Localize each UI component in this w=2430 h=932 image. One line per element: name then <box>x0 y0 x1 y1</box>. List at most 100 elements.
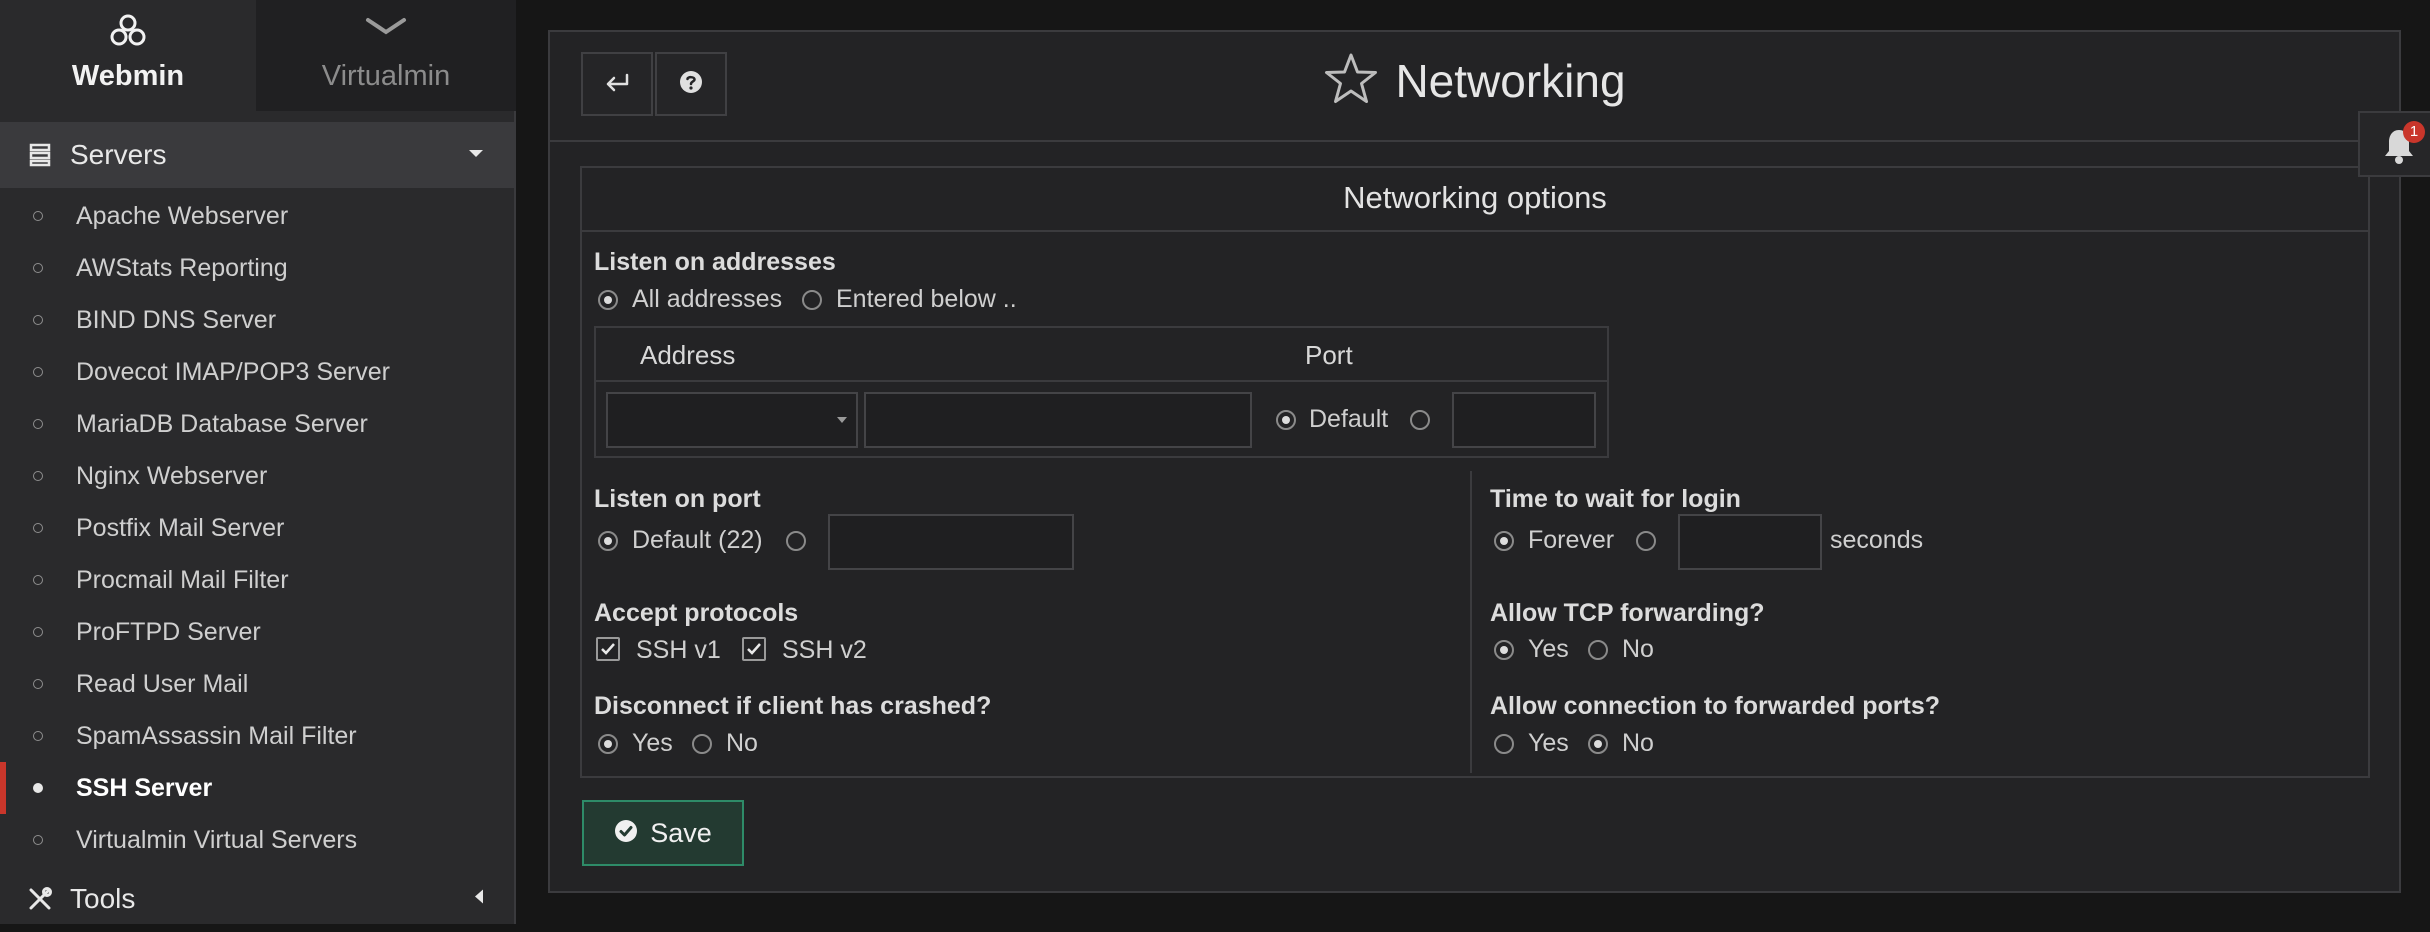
forwarded-ports-no-radio[interactable] <box>1588 734 1608 754</box>
page-header: Networking <box>550 32 2399 142</box>
forwarded-ports-label: Allow connection to forwarded ports? <box>1490 692 1940 720</box>
all-addresses-radio[interactable] <box>598 290 618 310</box>
bullet-icon <box>33 471 43 481</box>
product-switcher: Webmin Virtualmin <box>0 0 516 111</box>
login-wait-label: Time to wait for login <box>1490 485 1741 513</box>
listen-port-default-label: Default (22) <box>632 526 763 554</box>
disconnect-no-radio[interactable] <box>692 734 712 754</box>
accept-protocols-label: Accept protocols <box>594 599 799 627</box>
ssh-v1-checkbox[interactable] <box>596 637 620 661</box>
page-title: Networking <box>1395 55 1626 107</box>
servers-menu: Apache Webserver AWStats Reporting BIND … <box>0 190 516 866</box>
sidebar-item-label: MariaDB Database Server <box>76 409 368 438</box>
bullet-icon <box>33 315 43 325</box>
sidebar-item-postfix[interactable]: Postfix Mail Server <box>0 502 516 554</box>
sidebar-item-spamassassin[interactable]: SpamAssassin Mail Filter <box>0 710 516 762</box>
sidebar-item-label: Virtualmin Virtual Servers <box>76 825 358 854</box>
servers-category[interactable]: Servers <box>0 122 516 188</box>
listen-port-input[interactable] <box>828 514 1074 570</box>
disconnect-yes-label: Yes <box>632 729 673 757</box>
webmin-tab-label: Webmin <box>71 60 185 92</box>
listen-port-custom-radio[interactable] <box>786 531 806 551</box>
sidebar-item-label: Postfix Mail Server <box>76 513 285 542</box>
port-default-label: Default <box>1309 405 1389 433</box>
listen-port-label: Listen on port <box>594 485 761 513</box>
login-wait-input[interactable] <box>1678 514 1822 570</box>
sidebar-item-bind[interactable]: BIND DNS Server <box>0 294 516 346</box>
servers-category-label: Servers <box>70 139 167 170</box>
tools-category[interactable]: Tools <box>0 866 516 932</box>
bullet-icon <box>33 731 43 741</box>
address-column-header: Address <box>640 340 736 370</box>
sidebar-item-read-user-mail[interactable]: Read User Mail <box>0 658 516 710</box>
star-icon[interactable] <box>1323 52 1379 111</box>
port-custom-radio[interactable] <box>1410 410 1430 430</box>
notification-count-badge: 1 <box>2403 121 2425 143</box>
entered-below-radio[interactable] <box>802 290 822 310</box>
tools-category-label: Tools <box>70 883 136 914</box>
disconnect-no-label: No <box>726 729 758 757</box>
bullet-icon <box>33 367 43 377</box>
login-wait-forever-label: Forever <box>1528 526 1615 554</box>
sidebar-item-awstats[interactable]: AWStats Reporting <box>0 242 516 294</box>
caret-left-icon <box>474 889 484 910</box>
bullet-icon <box>33 211 43 221</box>
section-title: Networking options <box>582 168 2368 232</box>
all-addresses-label: All addresses <box>632 285 783 313</box>
sidebar-item-mariadb[interactable]: MariaDB Database Server <box>0 398 516 450</box>
address-table-header: Address Port <box>596 328 1607 382</box>
sidebar-item-nginx[interactable]: Nginx Webserver <box>0 450 516 502</box>
bullet-icon <box>33 575 43 585</box>
sidebar-item-label: Read User Mail <box>76 669 249 698</box>
notifications-button[interactable]: 1 <box>2358 111 2430 177</box>
bullet-icon <box>33 523 43 533</box>
title-wrap: Networking <box>550 46 2399 116</box>
tcp-forwarding-yes-label: Yes <box>1528 635 1569 663</box>
server-stack-icon <box>26 141 54 169</box>
sidebar-item-procmail[interactable]: Procmail Mail Filter <box>0 554 516 606</box>
bullet-icon <box>33 783 43 793</box>
sidebar-item-apache[interactable]: Apache Webserver <box>0 190 516 242</box>
sidebar-item-label: SpamAssassin Mail Filter <box>76 721 357 750</box>
tcp-forwarding-label: Allow TCP forwarding? <box>1490 599 1765 627</box>
virtualmin-tab[interactable]: Virtualmin <box>256 0 516 111</box>
networking-options-box: Networking options Listen on addresses A… <box>580 166 2370 778</box>
select-arrow-icon <box>836 412 848 430</box>
sidebar-item-label: Dovecot IMAP/POP3 Server <box>76 357 391 386</box>
address-input[interactable] <box>864 392 1252 448</box>
login-wait-forever-radio[interactable] <box>1494 531 1514 551</box>
save-button[interactable]: Save <box>582 800 744 866</box>
sidebar-item-label: Nginx Webserver <box>76 461 268 490</box>
sidebar-item-ssh-server[interactable]: SSH Server <box>0 762 516 814</box>
login-wait-custom-radio[interactable] <box>1636 531 1656 551</box>
tcp-forwarding-yes-radio[interactable] <box>1494 640 1514 660</box>
ssh-v1-label: SSH v1 <box>636 636 721 664</box>
ssh-v2-checkbox[interactable] <box>742 637 766 661</box>
caret-down-icon <box>468 146 484 164</box>
virtualmin-logo-icon <box>364 12 408 47</box>
listen-addresses-label: Listen on addresses <box>594 248 836 276</box>
bullet-icon <box>33 627 43 637</box>
webmin-tab[interactable]: Webmin <box>0 0 256 111</box>
sidebar-item-proftpd[interactable]: ProFTPD Server <box>0 606 516 658</box>
disconnect-yes-radio[interactable] <box>598 734 618 754</box>
save-button-label: Save <box>650 817 712 848</box>
bullet-icon <box>33 419 43 429</box>
bullet-icon <box>33 263 43 273</box>
address-select[interactable] <box>606 392 858 448</box>
tcp-forwarding-no-radio[interactable] <box>1588 640 1608 660</box>
checkmark-icon <box>747 643 761 655</box>
forwarded-ports-no-label: No <box>1622 729 1654 757</box>
port-input[interactable] <box>1452 392 1596 448</box>
sidebar-item-label: ProFTPD Server <box>76 617 261 646</box>
bullet-icon <box>33 835 43 845</box>
ssh-v2-label: SSH v2 <box>782 636 867 664</box>
port-default-radio[interactable] <box>1276 410 1296 430</box>
sidebar-item-virtualmin-servers[interactable]: Virtualmin Virtual Servers <box>0 814 516 866</box>
forwarded-ports-yes-radio[interactable] <box>1494 734 1514 754</box>
column-divider <box>1470 471 1472 773</box>
main-panel: Networking Networking options Listen on … <box>548 30 2401 893</box>
address-table: Address Port Default <box>594 326 1609 458</box>
listen-port-default-radio[interactable] <box>598 531 618 551</box>
sidebar-item-dovecot[interactable]: Dovecot IMAP/POP3 Server <box>0 346 516 398</box>
